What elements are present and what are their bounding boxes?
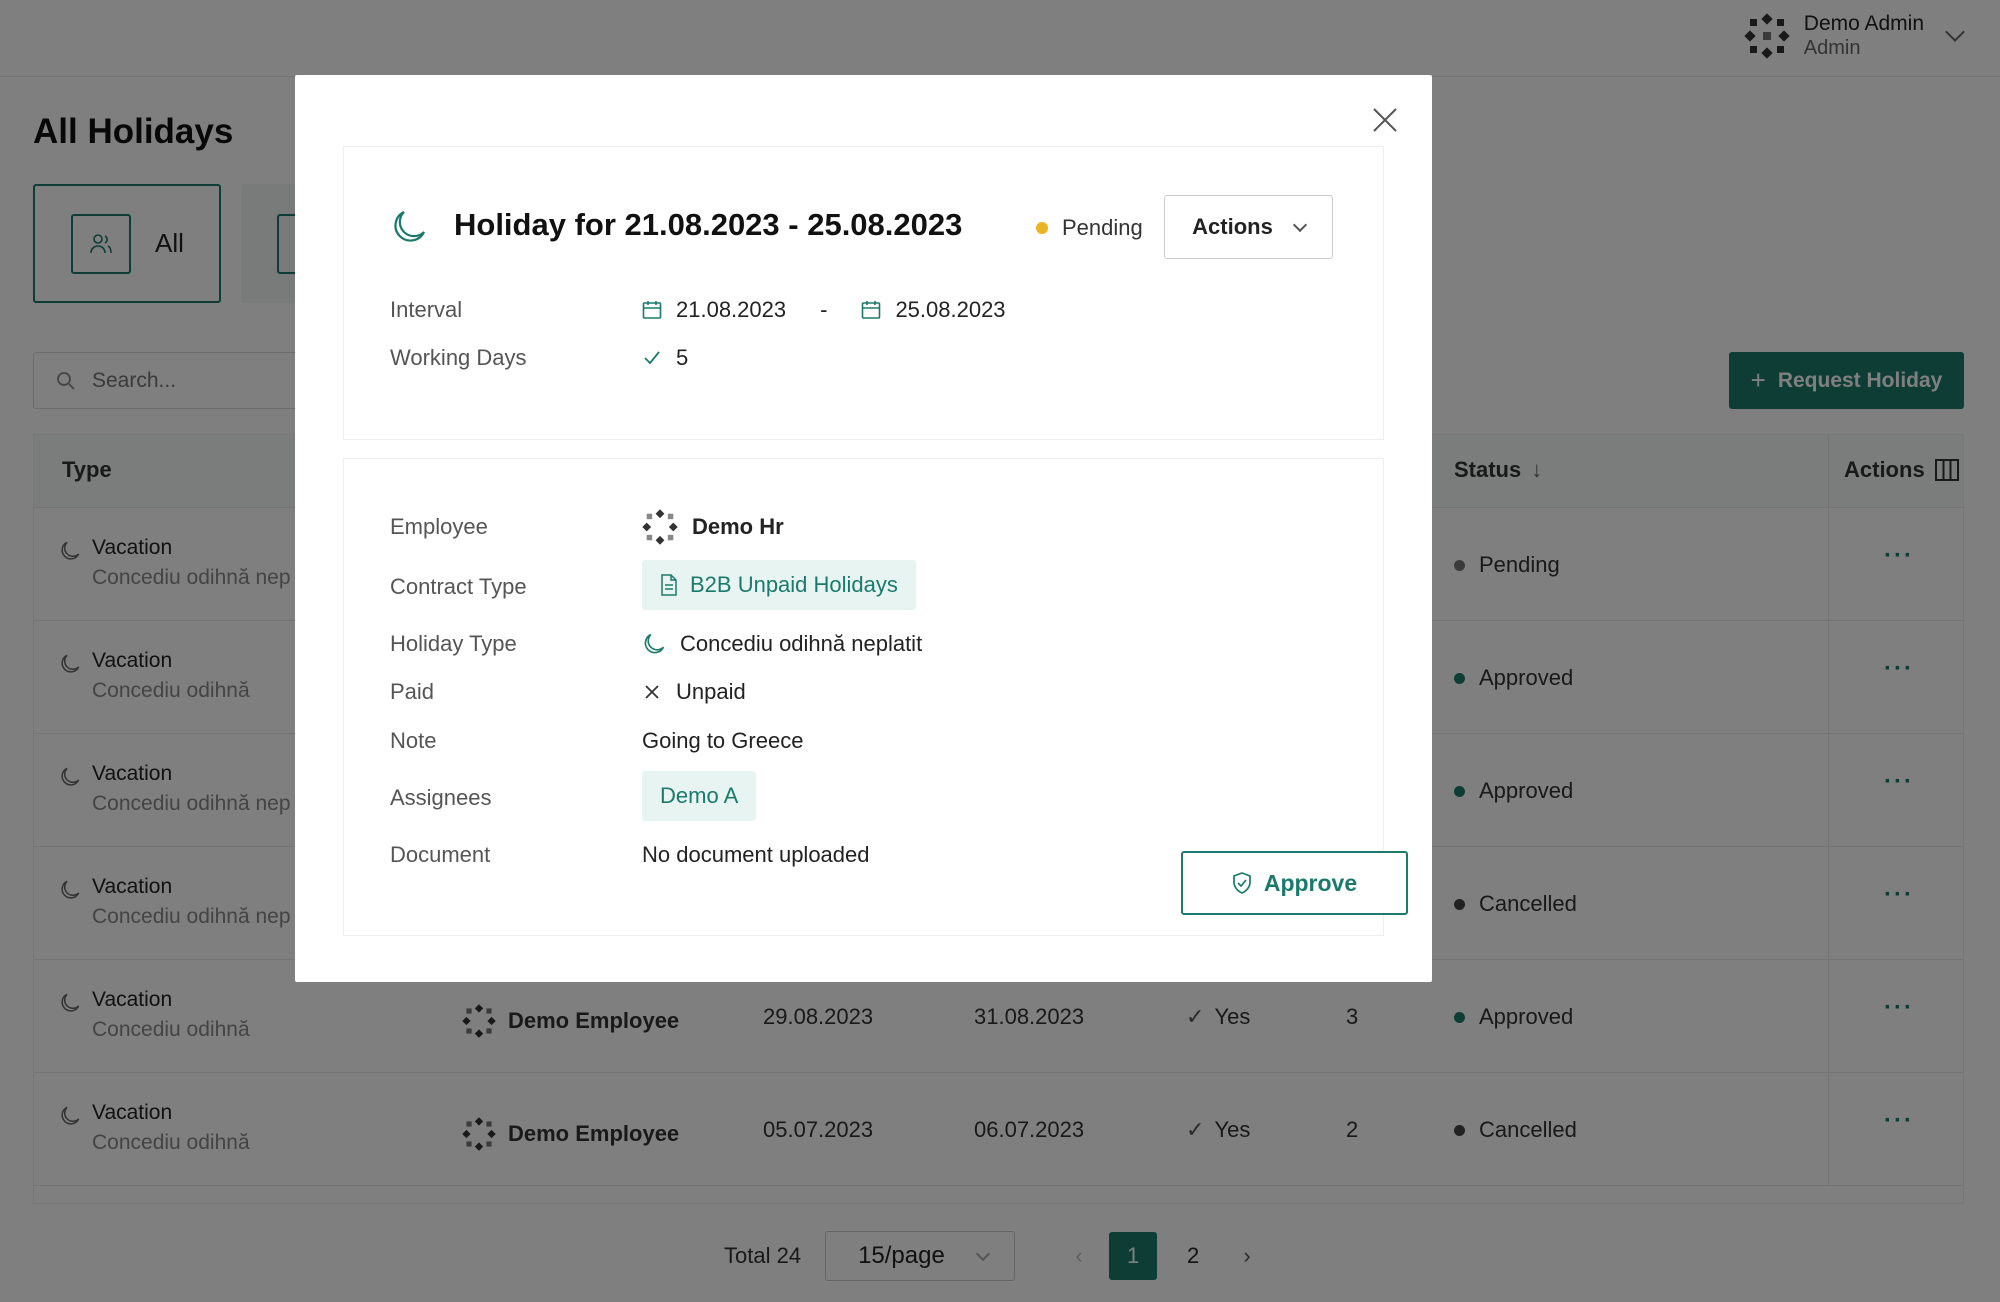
contract-type-tag[interactable]: B2B Unpaid Holidays bbox=[642, 560, 916, 610]
shield-check-icon bbox=[1232, 872, 1251, 894]
contract-type-value: B2B Unpaid Holidays bbox=[690, 572, 898, 597]
interval-separator: - bbox=[820, 297, 828, 322]
employee-name: Demo Hr bbox=[692, 514, 784, 539]
holiday-summary-panel: Holiday for 21.08.2023 - 25.08.2023 Pend… bbox=[343, 146, 1384, 440]
holiday-details-modal: Holiday for 21.08.2023 - 25.08.2023 Pend… bbox=[295, 75, 1432, 982]
assignee-tag[interactable]: Demo A bbox=[642, 771, 757, 821]
avatar bbox=[642, 509, 678, 545]
working-days-value: 5 bbox=[642, 345, 688, 371]
holiday-type-label: Holiday Type bbox=[390, 631, 517, 656]
status-badge: Pending bbox=[1036, 215, 1143, 241]
moon-icon bbox=[394, 211, 425, 242]
employee-label: Employee bbox=[390, 514, 488, 539]
document-label: Document bbox=[390, 842, 491, 867]
holiday-type-text: Concediu odihnă neplatit bbox=[680, 631, 923, 656]
employee-value: Demo Hr bbox=[642, 509, 784, 545]
assignees-label: Assignees bbox=[390, 785, 492, 810]
document-value: No document uploaded bbox=[642, 842, 870, 867]
paid-value: Unpaid bbox=[642, 679, 746, 705]
chevron-down-icon bbox=[1292, 217, 1307, 232]
document-icon bbox=[661, 574, 677, 596]
approve-label: Approve bbox=[1263, 869, 1358, 896]
working-days-count: 5 bbox=[676, 345, 689, 370]
holiday-details-panel: Employee Demo Hr Contract Type B2B Unpai… bbox=[343, 458, 1408, 936]
note-label: Note bbox=[390, 728, 437, 753]
contract-type-label: Contract Type bbox=[390, 574, 527, 599]
actions-label: Actions bbox=[1192, 214, 1273, 239]
interval-value: 21.08.2023 - 25.08.2023 bbox=[642, 297, 1006, 323]
check-icon bbox=[644, 351, 660, 365]
paid-text: Unpaid bbox=[676, 679, 746, 704]
close-icon[interactable] bbox=[1368, 103, 1402, 137]
moon-icon bbox=[644, 633, 665, 654]
calendar-icon bbox=[642, 301, 662, 319]
calendar-icon bbox=[862, 301, 881, 319]
holiday-type-value: Concediu odihnă neplatit bbox=[642, 631, 922, 657]
working-days-label: Working Days bbox=[390, 345, 527, 370]
approve-button[interactable]: Approve bbox=[1181, 851, 1408, 915]
interval-label: Interval bbox=[390, 297, 463, 322]
x-icon bbox=[645, 685, 659, 699]
status-dot bbox=[1036, 222, 1048, 234]
interval-end: 25.08.2023 bbox=[895, 297, 1006, 322]
status-label: Pending bbox=[1062, 215, 1143, 240]
paid-label: Paid bbox=[390, 679, 435, 704]
note-value: Going to Greece bbox=[642, 728, 804, 753]
interval-start: 21.08.2023 bbox=[676, 297, 787, 322]
modal-title: Holiday for 21.08.2023 - 25.08.2023 bbox=[454, 207, 963, 242]
actions-dropdown-button[interactable]: Actions bbox=[1164, 195, 1333, 259]
